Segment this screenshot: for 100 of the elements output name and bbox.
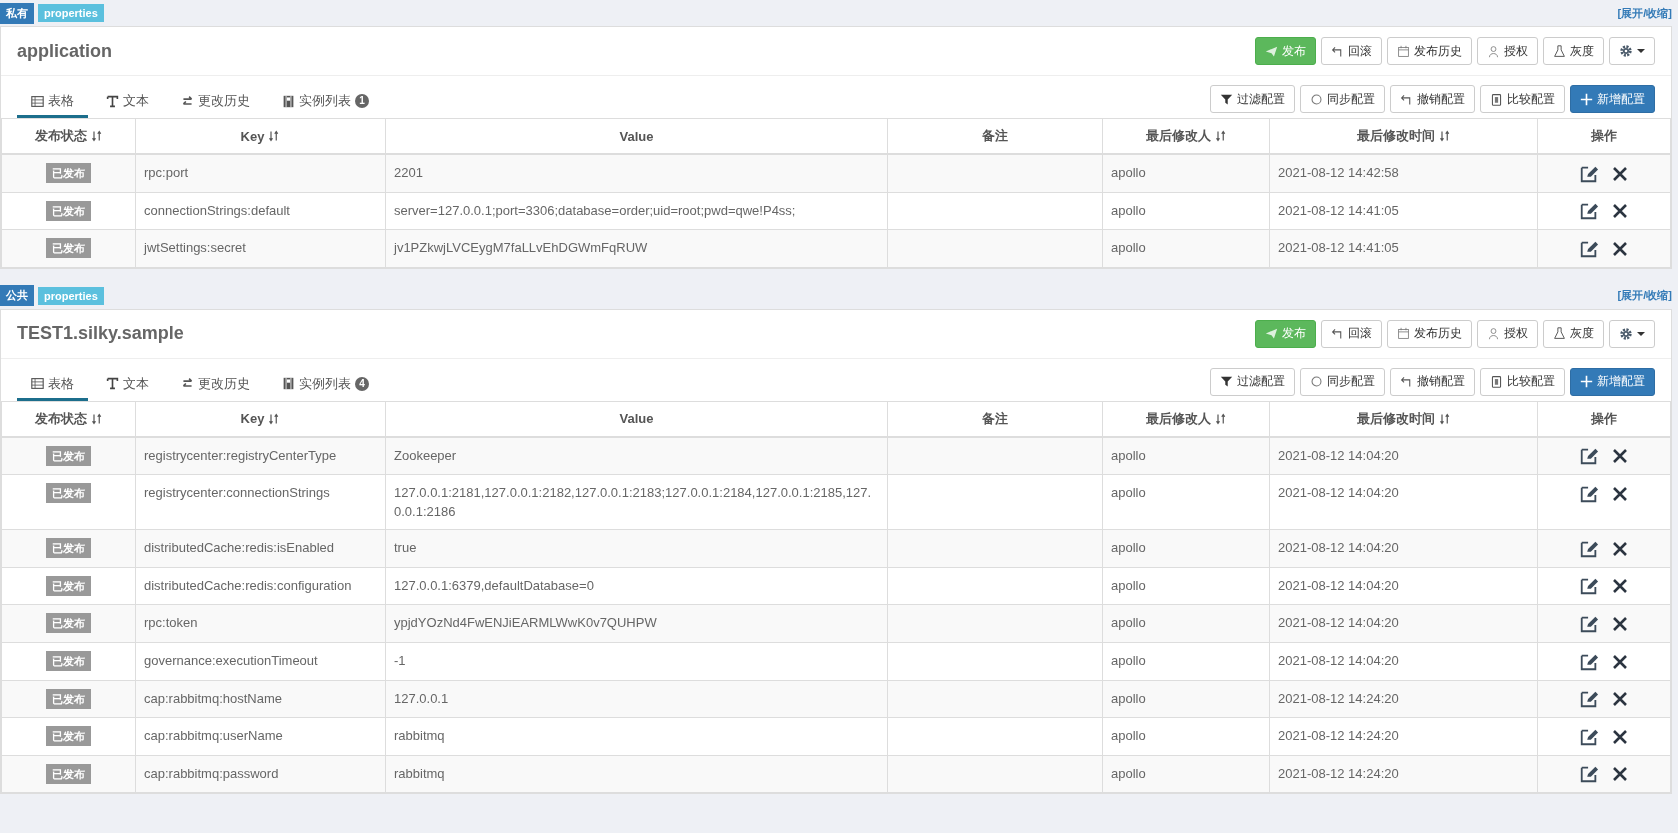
flask-icon <box>1553 327 1566 341</box>
time-cell: 2021-08-12 14:41:05 <box>1269 229 1538 268</box>
value-cell: 2201 <box>385 154 888 193</box>
edit-icon <box>1579 764 1600 785</box>
gear-icon <box>1619 44 1633 58</box>
caret-icon <box>1637 47 1645 55</box>
sync-button[interactable]: 同步配置 <box>1300 367 1385 396</box>
key-cell: governance:executionTimeout <box>135 642 386 680</box>
close-icon <box>1610 484 1629 503</box>
view-tab[interactable]: 更改历史 <box>167 368 264 401</box>
modifier-cell: apollo <box>1102 229 1270 268</box>
status-badge: 已发布 <box>46 538 91 559</box>
history-button[interactable]: 发布历史 <box>1387 319 1472 348</box>
rollback-button[interactable]: 回滚 <box>1321 37 1382 65</box>
status-badge: 已发布 <box>46 726 91 747</box>
undo-icon <box>1400 92 1413 106</box>
revoke-button[interactable]: 撤销配置 <box>1390 85 1475 113</box>
status-badge: 已发布 <box>46 575 91 596</box>
settings-dropdown[interactable] <box>1609 37 1655 65</box>
value-cell: ypjdYOzNd4FwENJiEARMLWwK0v7QUHPW <box>385 604 888 643</box>
status-badge: 已发布 <box>46 483 91 504</box>
status-badge: 已发布 <box>46 650 91 671</box>
grant-button[interactable]: 授权 <box>1477 319 1538 348</box>
grant-button[interactable]: 授权 <box>1477 37 1538 65</box>
table-icon <box>31 94 44 108</box>
expand-collapse-link[interactable]: [展开/收缩] <box>1617 5 1672 21</box>
status-badge: 已发布 <box>46 238 91 259</box>
sync-button[interactable]: 同步配置 <box>1300 85 1385 113</box>
format-badge: properties <box>38 4 104 22</box>
key-cell: rpc:token <box>135 604 386 643</box>
rollback-button[interactable]: 回滚 <box>1321 319 1382 348</box>
edit-icon <box>1579 576 1600 597</box>
status-badge: 已发布 <box>46 163 91 183</box>
time-cell: 2021-08-12 14:04:20 <box>1269 567 1538 605</box>
key-cell: cap:rabbitmq:hostName <box>135 680 386 718</box>
key-cell: distributedCache:redis:configuration <box>135 567 386 605</box>
column-header[interactable]: 最后修改时间 <box>1269 401 1538 437</box>
swap-icon <box>181 94 194 108</box>
key-cell: rpc:port <box>135 154 386 193</box>
key-cell: jwtSettings:secret <box>135 229 386 268</box>
gear-icon <box>1619 326 1633 341</box>
calendar-icon <box>1397 44 1410 58</box>
close-icon <box>1610 164 1629 183</box>
column-header[interactable]: 最后修改人 <box>1102 401 1270 437</box>
view-tab[interactable]: 实例列表 1 <box>268 86 383 118</box>
namespace-title: TEST1.silky.sample <box>17 323 184 345</box>
modifier-cell: apollo <box>1102 436 1270 475</box>
time-cell: 2021-08-12 14:24:20 <box>1269 680 1538 718</box>
canary-button[interactable]: 灰度 <box>1543 319 1604 348</box>
edit-icon <box>1579 446 1600 467</box>
value-cell: jv1PZkwjLVCEygM7faLLvEhDGWmFqRUW <box>385 229 888 268</box>
modifier-cell: apollo <box>1102 680 1270 718</box>
scope-badge: 公共 <box>0 285 34 307</box>
expand-collapse-link[interactable]: [展开/收缩] <box>1617 288 1672 304</box>
column-header[interactable]: Key <box>135 401 386 437</box>
key-cell: distributedCache:redis:isEnabled <box>135 529 386 568</box>
count-badge: 1 <box>355 94 369 108</box>
modifier-cell: apollo <box>1102 642 1270 680</box>
view-tab[interactable]: 文本 <box>92 86 163 118</box>
modifier-cell: apollo <box>1102 474 1270 530</box>
canary-button[interactable]: 灰度 <box>1543 37 1604 65</box>
time-cell: 2021-08-12 14:24:20 <box>1269 717 1538 756</box>
send-icon <box>1265 44 1278 58</box>
close-icon <box>1610 239 1629 258</box>
send-icon <box>1265 327 1278 341</box>
refresh-icon <box>1310 92 1323 106</box>
view-tab[interactable]: 更改历史 <box>167 86 264 118</box>
compare-button[interactable]: 比较配置 <box>1480 85 1565 113</box>
column-header: 备注 <box>887 401 1103 437</box>
time-cell: 2021-08-12 14:04:20 <box>1269 474 1538 530</box>
history-button[interactable]: 发布历史 <box>1387 37 1472 65</box>
view-tab[interactable]: 实例列表 4 <box>268 368 383 401</box>
value-cell: true <box>385 529 888 568</box>
view-tab[interactable]: 文本 <box>92 368 163 401</box>
status-badge: 已发布 <box>46 688 91 709</box>
compare-button[interactable]: 比较配置 <box>1480 367 1565 396</box>
settings-dropdown[interactable] <box>1609 319 1655 348</box>
text-icon <box>106 377 119 391</box>
calendar-icon <box>1397 327 1410 341</box>
time-cell: 2021-08-12 14:42:58 <box>1269 154 1538 193</box>
close-icon <box>1610 614 1629 633</box>
undo-icon <box>1400 375 1413 389</box>
column-header[interactable]: 发布状态 <box>1 401 136 437</box>
filter-button[interactable]: 过滤配置 <box>1210 85 1295 113</box>
undo-icon <box>1331 327 1344 341</box>
modifier-cell: apollo <box>1102 529 1270 568</box>
filter-button[interactable]: 过滤配置 <box>1210 367 1295 396</box>
caret-icon <box>1637 329 1645 338</box>
view-tab[interactable]: 表格 <box>17 368 88 401</box>
status-badge: 已发布 <box>46 200 91 221</box>
value-cell: 127.0.0.1:2181,127.0.0.1:2182,127.0.0.1:2183;127.0.0.1:2184,127.0.0.1:2185,127.0.0.1:2186 <box>385 474 888 530</box>
status-badge: 已发布 <box>46 613 91 634</box>
time-cell: 2021-08-12 14:04:20 <box>1269 436 1538 475</box>
key-cell: cap:rabbitmq:userName <box>135 717 386 756</box>
add-button[interactable]: 新增配置 <box>1570 85 1655 113</box>
add-button[interactable]: 新增配置 <box>1570 367 1655 396</box>
revoke-button[interactable]: 撤销配置 <box>1390 367 1475 396</box>
view-tab[interactable]: 表格 <box>17 86 88 118</box>
clipboard-icon <box>1490 375 1503 389</box>
plus-icon <box>1580 92 1593 106</box>
